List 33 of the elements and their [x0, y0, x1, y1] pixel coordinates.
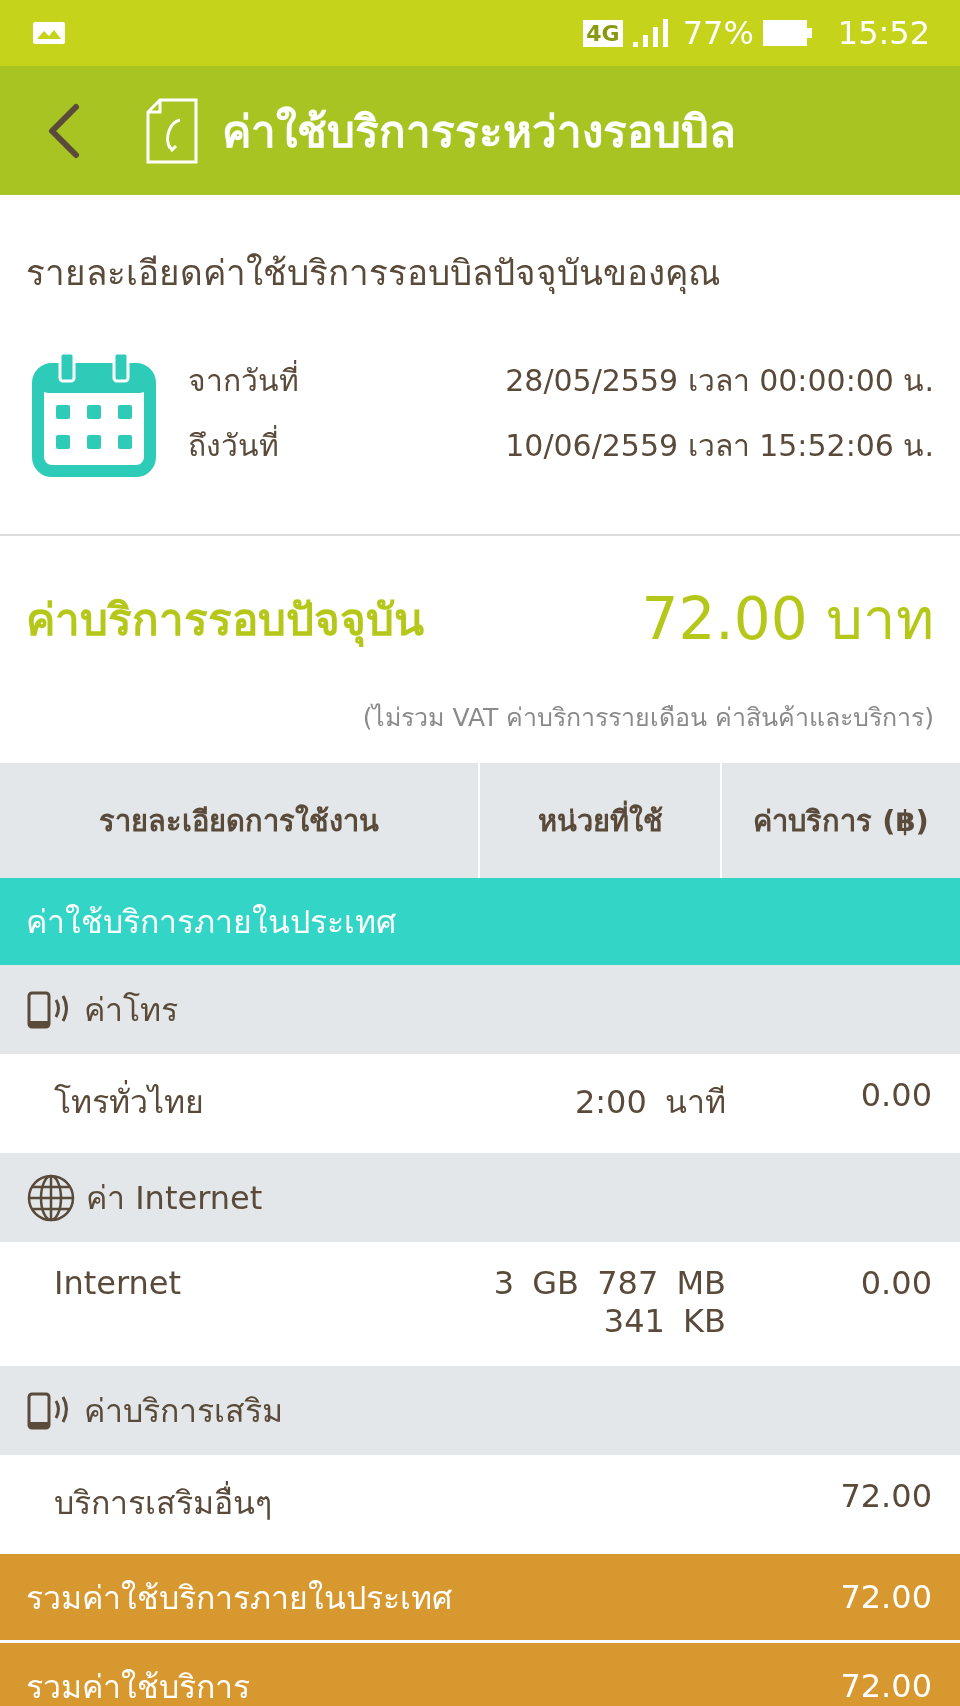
- usage-units: 3 GB 787 MB 341 KB: [492, 1264, 726, 1340]
- usage-charge: 0.00: [859, 1076, 932, 1114]
- network-type: 4G: [583, 19, 623, 47]
- usage-item: บริการเสริมอื่นๆ: [54, 1477, 406, 1528]
- clock: 15:52: [837, 14, 930, 52]
- category-title: ค่าบริการเสริม: [84, 1391, 283, 1432]
- date-value: 10/06/2559 เวลา 15:52:06 น.: [505, 427, 934, 465]
- section-header: ค่าใช้บริการภายในประเทศ: [0, 878, 960, 965]
- category-title: ค่า Internet: [86, 1178, 263, 1219]
- screen-title: ค่าใช้บริการระหว่างรอบบิล: [222, 104, 736, 159]
- usage-charge: 72.00: [839, 1477, 932, 1515]
- total-label: รวมค่าใช้บริการ: [26, 1666, 250, 1706]
- usage-units: 2:00 นาที: [573, 1082, 726, 1123]
- charge-amount: 72.00 บาท: [641, 584, 934, 655]
- globe-icon: [26, 1172, 76, 1223]
- battery-percent: 77%: [682, 14, 754, 52]
- heading: รายละเอียดค่าใช้บริการรอบบิลปัจจุบันของคุณ: [25, 252, 721, 296]
- total-label: รวมค่าใช้บริการภายในประเทศ: [26, 1577, 452, 1619]
- usage-item: โทรทั่วไทย: [54, 1076, 406, 1127]
- usage-item: Internet: [54, 1264, 183, 1302]
- image-icon: [32, 21, 66, 45]
- category-title: ค่าโทร: [84, 990, 178, 1031]
- document-phone-icon: [144, 97, 200, 164]
- charge-label: ค่าบริการรอบปัจจุบัน: [26, 592, 424, 649]
- date-label: จากวันที่: [188, 357, 299, 404]
- total-amount: 72.00: [840, 1667, 932, 1705]
- column-header: รายละเอียดการใช้งาน: [98, 802, 380, 840]
- date-label: ถึงวันที่: [188, 422, 279, 469]
- battery-icon: [761, 18, 814, 48]
- total-amount: 72.00: [840, 1578, 932, 1616]
- charge-note: (ไม่รวม VAT ค่าบริการรายเดือน ค่าสินค้าและบริการ): [362, 703, 934, 732]
- usage-charge: 0.00: [859, 1264, 932, 1302]
- date-value: 28/05/2559 เวลา 00:00:00 น.: [505, 362, 934, 400]
